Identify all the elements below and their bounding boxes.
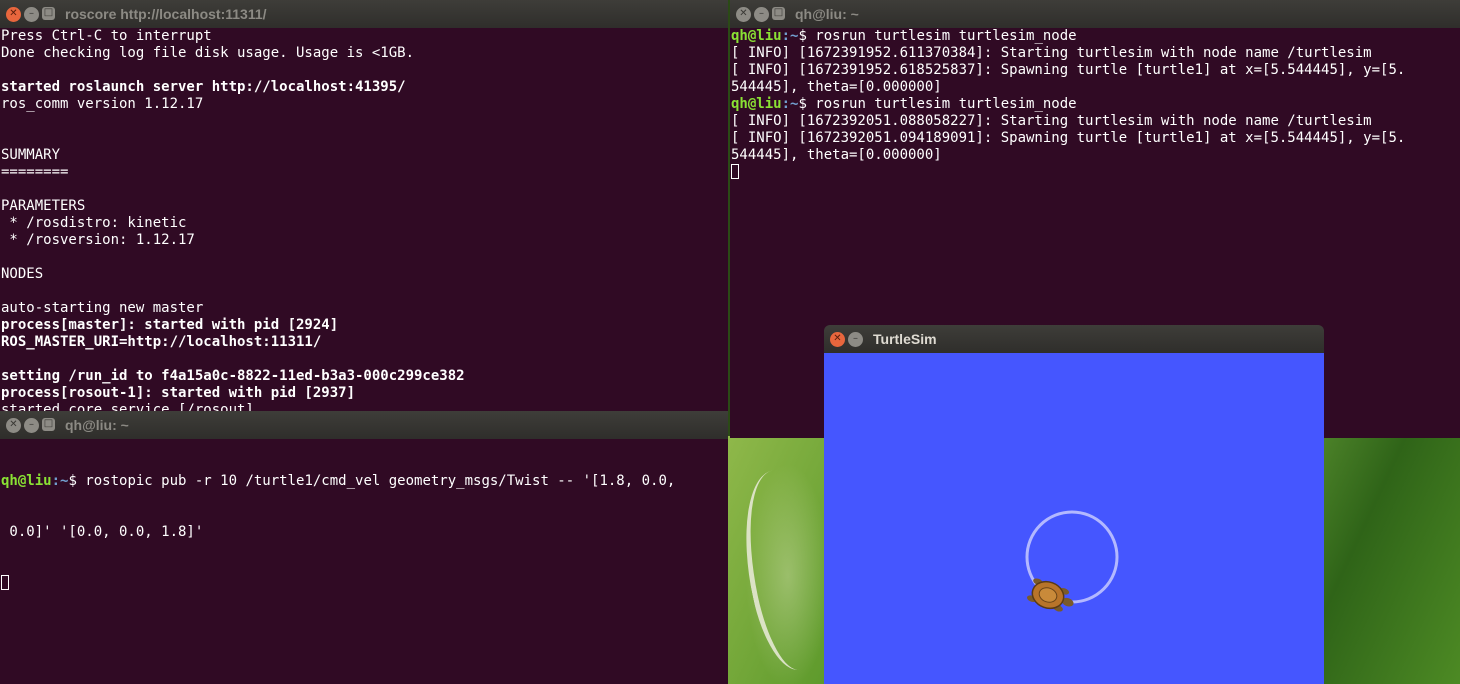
prompt-user: qh@liu [731, 28, 782, 44]
terminal-line: [ INFO] [1672391952.611370384]: Starting… [731, 45, 1372, 61]
turtlesim-window: ✕ – TurtleSim [824, 325, 1324, 684]
turtlesim-canvas [824, 353, 1324, 684]
close-icon[interactable]: ✕ [6, 6, 21, 22]
terminal-line: auto-starting new master [1, 300, 204, 316]
terminal-line: * /rosversion: 1.12.17 [1, 232, 195, 248]
window-title: qh@liu: ~ [795, 6, 859, 22]
text-cursor [1, 575, 9, 590]
prompt-user: qh@liu [1, 473, 52, 489]
minimize-icon[interactable]: – [24, 417, 39, 433]
command-text: $ rosrun turtlesim turtlesim_node [798, 96, 1077, 112]
window-title: roscore http://localhost:11311/ [65, 6, 267, 22]
minimize-icon[interactable]: – [848, 331, 863, 347]
maximize-icon[interactable]: □ [42, 6, 55, 20]
terminal-line: [ INFO] [1672392051.094189091]: Spawning… [731, 130, 1406, 146]
terminal-line: 544445], theta=[0.000000] [731, 79, 942, 95]
prompt-path: :~ [51, 473, 69, 489]
roscore-terminal-output[interactable]: Press Ctrl-C to interrupt Done checking l… [0, 28, 728, 436]
minimize-icon[interactable]: – [24, 6, 39, 22]
terminal-line: 544445], theta=[0.000000] [731, 147, 942, 163]
terminal-line: * /rosdistro: kinetic [1, 215, 187, 231]
maximize-icon[interactable]: □ [772, 6, 785, 20]
terminal-line: setting /run_id to f4a15a0c-8822-11ed-b3… [1, 368, 465, 384]
terminal-line: Press Ctrl-C to interrupt [1, 28, 212, 44]
prompt-user: qh@liu [731, 96, 782, 112]
terminal-line: ros_comm version 1.12.17 [1, 96, 204, 112]
close-icon[interactable]: ✕ [6, 417, 21, 433]
terminal-line: PARAMETERS [1, 198, 86, 214]
terminal-line: process[master]: started with pid [2924] [1, 317, 339, 333]
terminal-line: SUMMARY [1, 147, 61, 163]
roscore-window: ✕ – □ roscore http://localhost:11311/ Pr… [0, 0, 728, 436]
turtlesim-drawing [1025, 510, 1119, 612]
terminal-line: process[rosout-1]: started with pid [293… [1, 385, 356, 401]
command-text: $ rosrun turtlesim turtlesim_node [798, 28, 1077, 44]
rostopic-terminal-output[interactable]: qh@liu:~$ rostopic pub -r 10 /turtle1/cm… [0, 439, 728, 684]
minimize-icon[interactable]: – [754, 6, 769, 22]
terminal-line: Done checking log file disk usage. Usage… [1, 45, 415, 61]
terminal-line: NODES [1, 266, 44, 282]
maximize-icon[interactable]: □ [42, 417, 55, 431]
close-icon[interactable]: ✕ [736, 6, 751, 22]
close-icon[interactable]: ✕ [830, 331, 845, 347]
rostopic-terminal-titlebar[interactable]: ✕ – □ qh@liu: ~ [0, 411, 728, 439]
terminal-line: ======== [1, 164, 69, 180]
rostopic-terminal-window: ✕ – □ qh@liu: ~ qh@liu:~$ rostopic pub -… [0, 411, 728, 684]
prompt-path: :~ [781, 28, 799, 44]
terminal-line: started roslaunch server http://localhos… [1, 79, 406, 95]
prompt-line: qh@liu:~$ rosrun turtlesim turtlesim_nod… [731, 96, 1460, 113]
prompt-path: :~ [781, 96, 799, 112]
turtlesim-terminal-titlebar[interactable]: ✕ – □ qh@liu: ~ [730, 0, 1460, 28]
terminal-line: [ INFO] [1672391952.618525837]: Spawning… [731, 62, 1406, 78]
roscore-titlebar[interactable]: ✕ – □ roscore http://localhost:11311/ [0, 0, 728, 28]
text-cursor [731, 164, 739, 179]
window-title: TurtleSim [873, 331, 937, 347]
command-text-continued: 0.0]' '[0.0, 0.0, 1.8]' [1, 524, 204, 540]
turtlesim-titlebar[interactable]: ✕ – TurtleSim [824, 325, 1324, 353]
command-text: $ rostopic pub -r 10 /turtle1/cmd_vel ge… [68, 473, 676, 489]
prompt-line: qh@liu:~$ rosrun turtlesim turtlesim_nod… [731, 28, 1460, 45]
terminal-line: ROS_MASTER_URI=http://localhost:11311/ [1, 334, 322, 350]
terminal-line: [ INFO] [1672392051.088058227]: Starting… [731, 113, 1372, 129]
window-title: qh@liu: ~ [65, 417, 129, 433]
